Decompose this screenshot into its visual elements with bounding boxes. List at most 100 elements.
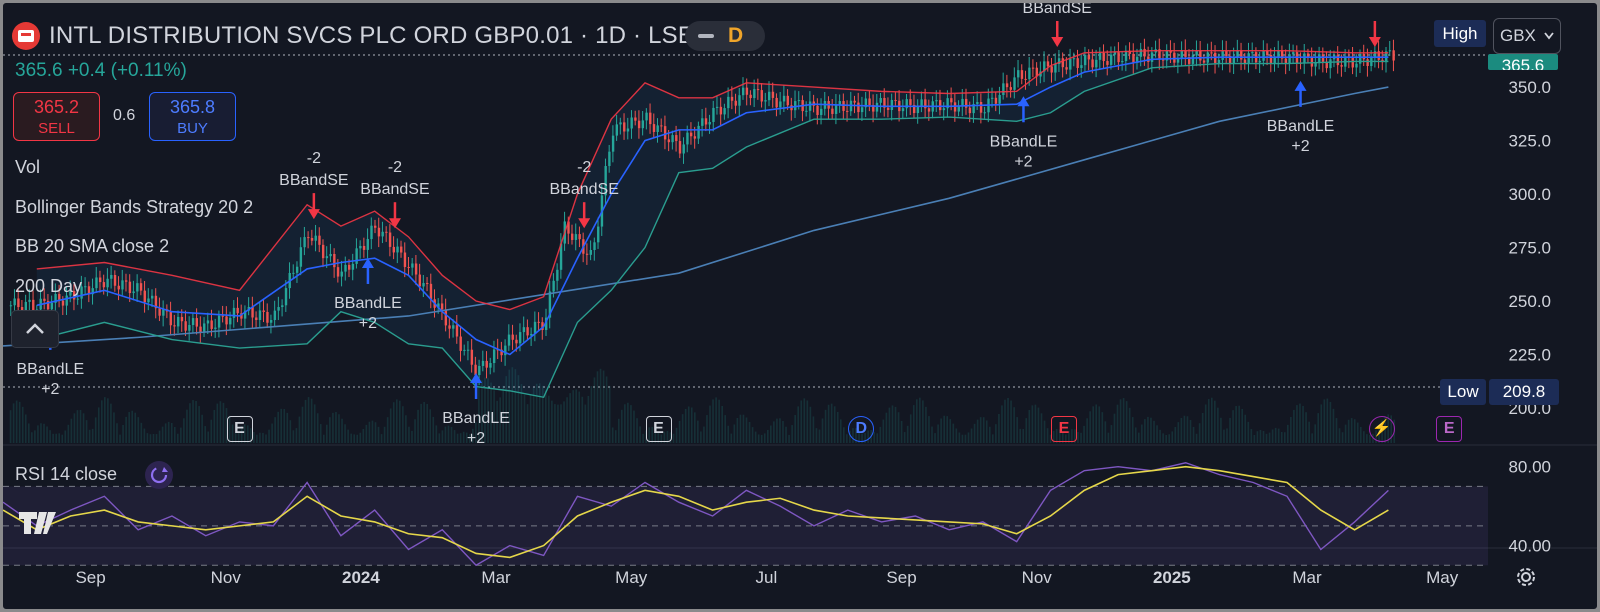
candle-body (225, 316, 228, 325)
candle-body (284, 288, 288, 306)
volume-bar (100, 400, 103, 443)
candle-body (307, 237, 310, 239)
candle-body (697, 125, 700, 139)
volume-bar (724, 415, 727, 443)
symbol-title[interactable]: INTL DISTRIBUTION SVCS PLC ORD GBP0.01 ·… (49, 22, 694, 50)
event-marker-earnings-red[interactable]: E (1051, 416, 1077, 442)
volume-bar (1308, 421, 1310, 443)
candle-body (1080, 65, 1083, 68)
event-marker-earnings[interactable]: E (226, 416, 253, 442)
volume-bar (736, 417, 739, 443)
settings-button[interactable] (1512, 563, 1540, 591)
candle-body (879, 97, 882, 103)
volume-bar (43, 423, 45, 443)
candle-body (303, 237, 306, 248)
volume-bar (557, 404, 559, 443)
candle-body (310, 237, 314, 241)
candle-body (277, 307, 280, 311)
volume-bar (979, 417, 982, 443)
candle-body (489, 363, 492, 368)
volume-bar (715, 397, 717, 443)
volume-bar (955, 428, 958, 443)
buy-button[interactable]: 365.8 BUY (149, 92, 236, 141)
volume-bar (694, 412, 696, 443)
volume-bar (1238, 405, 1240, 443)
d-badge: D (728, 24, 744, 47)
candle-body (1262, 50, 1265, 61)
chart-type-toggle[interactable]: D (685, 21, 765, 51)
volume-bar (146, 433, 149, 443)
price-axis-tick: 325.0 (1508, 132, 1551, 151)
volume-bar (992, 434, 994, 443)
volume-bar (1335, 418, 1338, 443)
volume-bar (596, 371, 599, 443)
volume-bar (754, 431, 757, 443)
low-badge: Low (1440, 379, 1486, 405)
candle-body (281, 305, 284, 308)
candle-body (768, 91, 771, 101)
candle-body (1132, 53, 1135, 63)
volume-bar (584, 404, 587, 443)
volume-bar (770, 425, 772, 443)
candle-body (552, 280, 555, 292)
sell-button[interactable]: 365.2 SELL (13, 92, 100, 141)
candle-body (1247, 53, 1250, 64)
volume-bar (262, 432, 264, 443)
signal-label: BBandLE (990, 133, 1058, 150)
volume-bar (700, 431, 702, 443)
candle-body (701, 118, 704, 126)
volume-bar (31, 432, 33, 443)
candle-body (1202, 60, 1206, 63)
candle-body (522, 327, 526, 333)
legend-bb-strategy[interactable]: Bollinger Bands Strategy 20 2 (15, 197, 253, 218)
volume-bar (1317, 413, 1320, 443)
volume-bar (903, 432, 906, 443)
volume-bar (350, 433, 352, 443)
volume-bar (566, 397, 568, 443)
candle-body (292, 272, 295, 274)
event-marker-news[interactable]: ⚡ (1368, 416, 1395, 442)
volume-bar (727, 425, 730, 443)
volume-bar (383, 426, 386, 443)
volume-bar (611, 427, 614, 443)
volume-bar (703, 426, 705, 443)
volume-bar (1040, 413, 1043, 443)
candle-body (1054, 64, 1057, 73)
rsi-refresh-icon[interactable] (145, 461, 173, 489)
legend-200-day[interactable]: 200 Day (15, 276, 82, 297)
volume-bar (621, 409, 623, 443)
collapse-legend-button[interactable] (11, 310, 59, 348)
price-axis-tick: 225.0 (1508, 345, 1551, 364)
volume-bar (274, 417, 276, 443)
legend-vol[interactable]: Vol (15, 157, 40, 178)
volume-bar (9, 410, 12, 443)
candle-body (366, 239, 369, 250)
last-price-badge: 365.6 (1488, 54, 1558, 70)
legend-bb-sma[interactable]: BB 20 SMA close 2 (15, 236, 169, 257)
candle-body (492, 349, 496, 364)
volume-bar (1229, 417, 1231, 443)
volume-bar (575, 389, 578, 443)
volume-bar (1171, 431, 1174, 443)
candle-body (537, 321, 540, 323)
currency-selector[interactable]: GBX (1493, 18, 1561, 54)
candle-body (429, 283, 433, 300)
high-badge: High (1434, 20, 1486, 47)
candle-body (641, 120, 645, 129)
legend-rsi[interactable]: RSI 14 close (15, 464, 117, 485)
candle-body (370, 225, 373, 240)
volume-bar (399, 400, 401, 443)
candle-body (1139, 48, 1143, 57)
candle-body (1065, 67, 1068, 70)
event-marker-earnings[interactable]: E (645, 416, 672, 442)
price-axis-tick: 350.0 (1508, 78, 1551, 97)
volume-bar (1305, 412, 1307, 443)
candle-body (976, 101, 979, 105)
volume-bar (760, 434, 763, 443)
volume-bar (149, 434, 152, 443)
volume-bar (1220, 417, 1222, 443)
event-marker-earnings-purple[interactable]: E (1436, 416, 1463, 442)
chart-canvas[interactable]: 350.0325.0300.0275.0250.0225.0200.0Sep No… (3, 3, 1597, 609)
volume-bar (757, 434, 760, 443)
sell-price: 365.2 (33, 97, 80, 117)
